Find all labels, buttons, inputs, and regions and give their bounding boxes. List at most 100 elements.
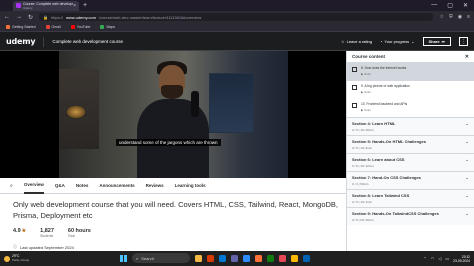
taskbar-app-icon[interactable] (279, 254, 286, 262)
section-item[interactable]: Section 6: Learn about CSS 0 / 8 | 1hr 42… (347, 153, 474, 171)
tab-q-a[interactable]: Q&A (55, 178, 65, 194)
section-item[interactable]: Section 4: Learn HTML 0 / 6 | 1hr 46min ⌄ (347, 117, 474, 135)
tab-reviews[interactable]: Reviews (146, 178, 164, 194)
tab-learning-tools[interactable]: Learning tools (175, 178, 206, 194)
chevron-down-icon: ⌄ (465, 175, 469, 180)
lecture-duration: ▶ 9min (361, 72, 406, 76)
taskbar-app-icon[interactable] (195, 254, 202, 262)
taskbar-app-icon[interactable] (243, 254, 250, 262)
lecture-text: 10. Frontend backend and APIs ▶ 9min (361, 102, 407, 114)
course-title[interactable]: Complete web development course (52, 39, 123, 44)
shield-icon[interactable]: ⛨ (449, 14, 453, 20)
taskbar-search[interactable]: ⌕ Search (132, 253, 190, 263)
stat-label: Students (40, 234, 54, 238)
bookmark-icon (100, 25, 105, 29)
stat-value: 4.9 ★ (13, 228, 26, 234)
menu-icon[interactable]: ≡ (467, 14, 470, 20)
lecture-duration: ▶ 9min (361, 108, 407, 112)
section-item[interactable]: Section 9: Hands-On TailwindCSS Challeng… (347, 207, 474, 225)
screen: Course: Complete web developme Udemy × +… (0, 0, 474, 266)
account-icon[interactable]: ◉ (458, 14, 462, 20)
wifi-icon[interactable]: ◠ (431, 256, 435, 261)
windows-start-icon[interactable] (120, 254, 127, 262)
stat-number: 4.9 (13, 228, 21, 234)
bookmarks-bar: Getting Started Gmail YouTube Maps (0, 23, 474, 32)
tab-announcements[interactable]: Announcements (99, 178, 134, 194)
new-tab-icon[interactable]: + (83, 2, 87, 9)
lecture-text: 9. A big picture of web application ▶ 9min (361, 84, 410, 96)
last-updated: ⓘ Last updated September 2024 (13, 244, 74, 250)
taskbar-app-icon[interactable] (291, 254, 298, 262)
section-item[interactable]: Section 8: Learn Tailwind CSS 0 / 5 | 1hr… (347, 189, 474, 207)
close-window-icon[interactable]: ✕ (463, 2, 468, 9)
bookmark-icon (70, 25, 75, 29)
minimize-icon[interactable]: — (431, 2, 437, 9)
section-item[interactable]: Section 5: Hands-On HTML Challenges 0 / 5… (347, 135, 474, 153)
course-tabs: ⌕ Overview Q&A Notes Announcements Reviews Le… (0, 178, 346, 194)
section-item[interactable]: Section 7: Hand-On CSS Challenges 0 / 4 |… (347, 171, 474, 189)
close-tab-icon[interactable]: × (73, 3, 76, 9)
tab-notes[interactable]: Notes (76, 178, 89, 194)
maximize-icon[interactable]: ▢ (447, 2, 453, 9)
lecture-checkbox[interactable] (352, 85, 357, 90)
progress-button[interactable]: ◔ Your progress ⌄ (380, 39, 415, 44)
stat-item: 60 hours Total (68, 228, 91, 238)
bookmark-item[interactable]: YouTube (70, 25, 90, 29)
leave-rating-button[interactable]: ☆ Leave a rating (341, 39, 372, 44)
tab-overview[interactable]: Overview (23, 178, 44, 194)
taskbar-app-icon[interactable] (231, 254, 238, 262)
section-text: Section 6: Learn about CSS 0 / 8 | 1hr 42… (352, 157, 465, 168)
weather-widget[interactable]: 29°C Partly cloudy (4, 254, 29, 262)
taskbar-app-icon[interactable] (267, 254, 274, 262)
close-sidebar-icon[interactable]: ✕ (465, 54, 469, 60)
chevron-up-icon[interactable]: ⌃ (423, 256, 426, 261)
video-icon: ▶ (361, 72, 364, 76)
bookmark-star-icon[interactable]: ☆ (439, 14, 443, 20)
section-title: Section 5: Hands-On HTML Challenges (352, 139, 426, 144)
search-icon: ⌕ (136, 255, 139, 261)
alert-icon: ⓘ (13, 244, 17, 249)
lecture-title: 9. A big picture of web application (361, 84, 410, 88)
lecture-checkbox[interactable] (352, 103, 357, 108)
clock[interactable]: 23:32 23-09-2024 (453, 255, 470, 263)
section-text: Section 5: Hands-On HTML Challenges 0 / 5… (352, 139, 465, 150)
reload-icon[interactable]: ↻ (28, 14, 33, 21)
search-icon[interactable]: ⌕ (10, 183, 13, 189)
battery-icon[interactable]: ▭ (445, 256, 449, 261)
lecture-duration-text: 9min (364, 90, 371, 94)
share-button[interactable]: Share ➦ (422, 37, 451, 46)
star-outline-icon: ☆ (341, 39, 345, 44)
bookmark-item[interactable]: Gmail (45, 25, 61, 29)
udemy-logo[interactable]: udemy (6, 37, 36, 46)
course-description: Only web development course that you wil… (13, 200, 339, 220)
udemy-header: udemy Complete web development course ☆ L… (0, 33, 474, 51)
more-options-button[interactable]: ⋮ (459, 37, 468, 46)
video-player[interactable] (0, 51, 346, 178)
lecture-item[interactable]: 9. A big picture of web application ▶ 9min (347, 81, 474, 99)
taskbar-app-icon[interactable] (207, 254, 214, 262)
url-field[interactable]: 🔒 https://www.udemy.com/course/web-dev-m… (39, 13, 434, 21)
taskbar-app-icon[interactable] (303, 254, 310, 262)
video-icon: ▶ (361, 90, 364, 94)
browser-tab[interactable]: Course: Complete web developme Udemy × (13, 0, 79, 11)
sun-icon (4, 255, 10, 262)
trophy-icon: ◔ (379, 39, 383, 44)
back-icon[interactable]: ← (4, 14, 10, 20)
bookmark-item[interactable]: Getting Started (6, 25, 36, 29)
bookmark-item[interactable]: Maps (100, 25, 115, 29)
chevron-down-icon: ⌄ (465, 211, 469, 216)
lecture-checkbox[interactable] (352, 67, 357, 72)
lecture-item[interactable]: 10. Frontend backend and APIs ▶ 9min (347, 99, 474, 117)
chevron-down-icon: ⌄ (411, 39, 415, 44)
taskbar-app-icon[interactable] (255, 254, 262, 262)
lecture-duration-text: 9min (364, 72, 371, 76)
volume-icon[interactable]: ◁ (438, 256, 441, 261)
lecture-title: 10. Frontend backend and APIs (361, 102, 408, 106)
video-frame[interactable] (59, 51, 288, 178)
video-lamp (67, 106, 85, 118)
taskbar-app-icon[interactable] (219, 254, 226, 262)
forward-icon[interactable]: → (16, 14, 22, 20)
lecture-item[interactable]: 8. How does the internet works ▶ 9min (347, 63, 474, 81)
bookmark-label: Maps (106, 25, 116, 29)
section-meta: 0 / 5 | 1hr 1min (352, 200, 372, 204)
